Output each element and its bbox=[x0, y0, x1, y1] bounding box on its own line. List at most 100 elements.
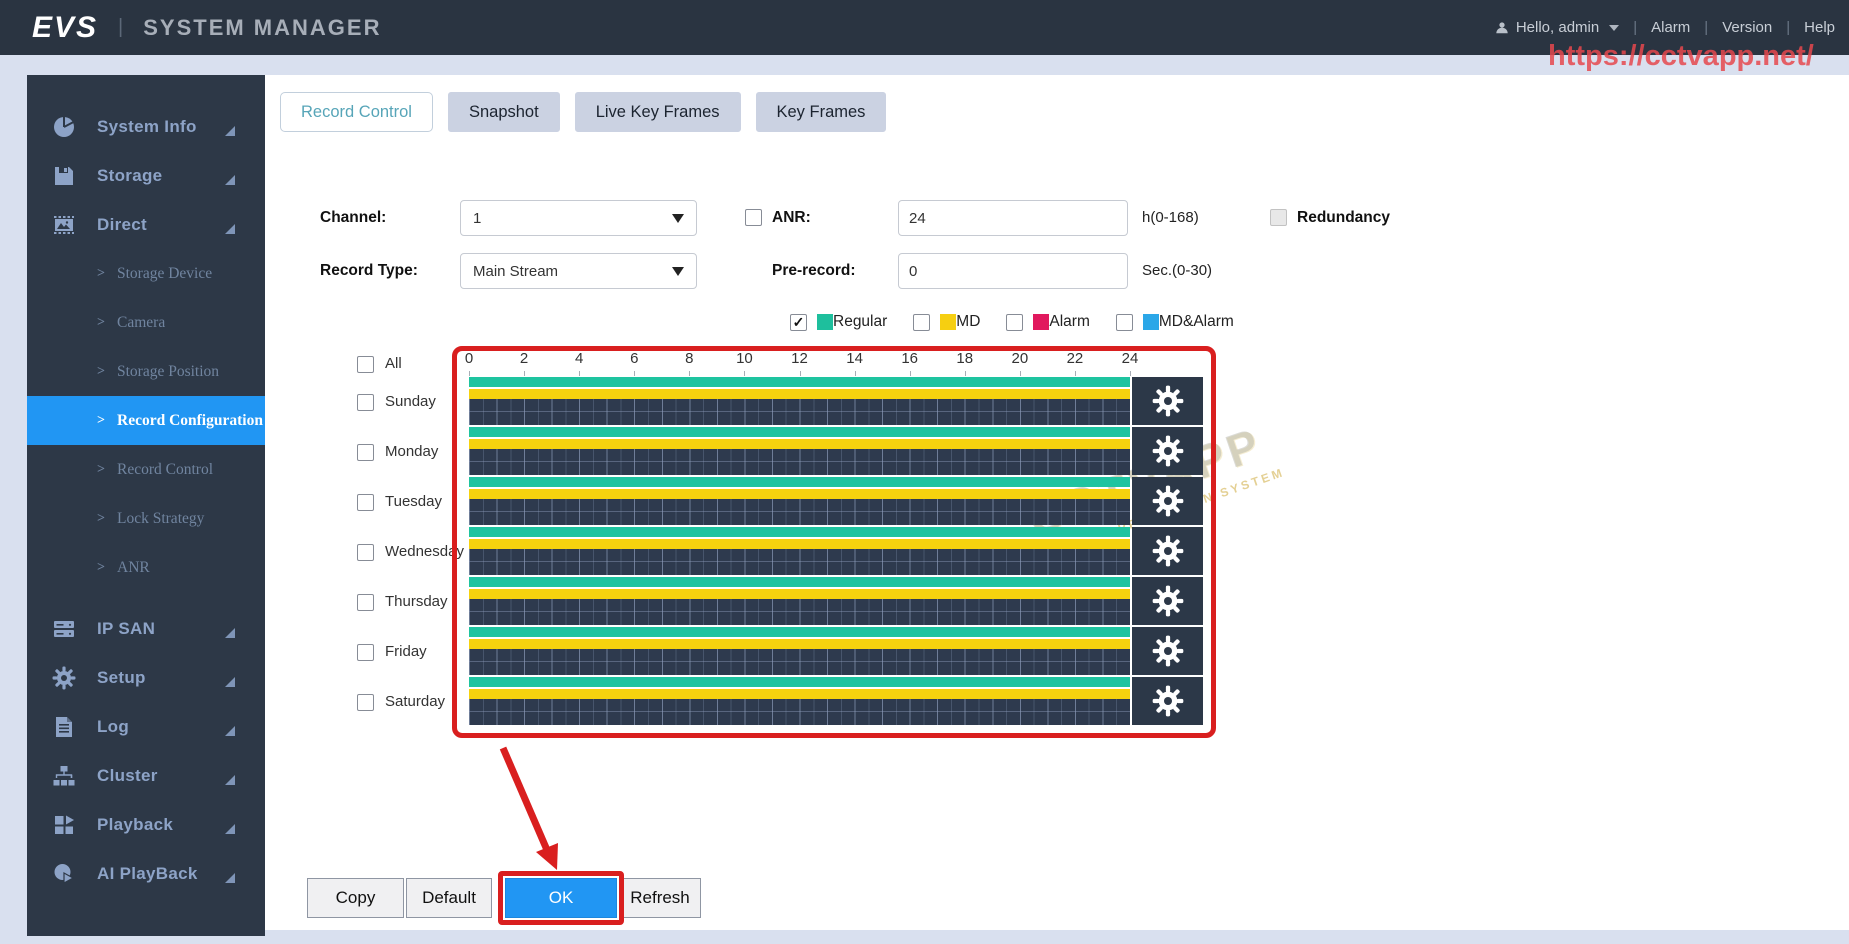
record-bar-regular bbox=[469, 377, 1130, 387]
sidebar-item-system-info[interactable]: System Info bbox=[27, 102, 265, 151]
record-bar-md bbox=[469, 689, 1130, 699]
record-type-legend: RegularMDAlarmMD&Alarm bbox=[790, 313, 1260, 331]
sidebar-subitem-record-configuration[interactable]: Record Configuration bbox=[27, 396, 265, 445]
anr-input[interactable] bbox=[898, 200, 1128, 236]
sidebar-subitem-record-control[interactable]: Record Control bbox=[27, 445, 265, 494]
schedule-timeline-grid[interactable] bbox=[469, 549, 1130, 575]
refresh-button[interactable]: Refresh bbox=[619, 878, 701, 918]
dropdown-arrow-icon bbox=[672, 214, 684, 223]
redundancy-checkbox[interactable] bbox=[1270, 209, 1287, 226]
default-button[interactable]: Default bbox=[406, 878, 492, 918]
sidebar-subitem-anr[interactable]: ANR bbox=[27, 543, 265, 592]
app-title: SYSTEM MANAGER bbox=[143, 15, 381, 41]
schedule-timeline-grid[interactable] bbox=[469, 399, 1130, 425]
schedule-timeline-grid[interactable] bbox=[469, 699, 1130, 725]
day-settings-gear-button-thursday[interactable] bbox=[1132, 577, 1203, 625]
corner-triangle-icon bbox=[225, 824, 235, 834]
ai-playback-icon bbox=[52, 862, 76, 886]
schedule-timeline-grid[interactable] bbox=[469, 499, 1130, 525]
day-checkbox-monday[interactable] bbox=[357, 444, 374, 461]
day-checkbox-wednesday[interactable] bbox=[357, 544, 374, 561]
header-links: |Alarm|Version|Help bbox=[1633, 19, 1835, 36]
tab-snapshot[interactable]: Snapshot bbox=[448, 92, 560, 132]
legend-label: MD bbox=[956, 313, 980, 331]
sidebar-item-storage[interactable]: Storage bbox=[27, 151, 265, 200]
day-settings-gear-button-monday[interactable] bbox=[1132, 427, 1203, 475]
corner-triangle-icon bbox=[225, 677, 235, 687]
corner-triangle-icon bbox=[225, 726, 235, 736]
schedule-row-wednesday[interactable] bbox=[469, 527, 1130, 577]
sidebar-subitem-storage-device[interactable]: Storage Device bbox=[27, 249, 265, 298]
gear-icon bbox=[1152, 485, 1184, 517]
dropdown-arrow-icon bbox=[672, 267, 684, 276]
time-axis-label: 10 bbox=[736, 350, 753, 367]
sidebar-subitem-label: Record Configuration bbox=[117, 412, 263, 430]
schedule-row-tuesday[interactable] bbox=[469, 477, 1130, 527]
schedule-row-sunday[interactable] bbox=[469, 377, 1130, 427]
day-settings-gear-button-friday[interactable] bbox=[1132, 627, 1203, 675]
legend-checkbox-md[interactable] bbox=[913, 314, 930, 331]
sidebar-item-ai-playback[interactable]: AI PlayBack bbox=[27, 849, 265, 898]
day-checkbox-sunday[interactable] bbox=[357, 394, 374, 411]
sidebar-subitem-storage-position[interactable]: Storage Position bbox=[27, 347, 265, 396]
day-checkbox-tuesday[interactable] bbox=[357, 494, 374, 511]
sidebar-item-playback[interactable]: Playback bbox=[27, 800, 265, 849]
sidebar-item-label: Cluster bbox=[97, 766, 158, 786]
ok-button[interactable]: OK bbox=[505, 878, 617, 918]
record-type-select-value: Main Stream bbox=[473, 263, 558, 280]
day-settings-gear-button-sunday[interactable] bbox=[1132, 377, 1203, 425]
record-bar-md bbox=[469, 439, 1130, 449]
day-settings-gear-button-tuesday[interactable] bbox=[1132, 477, 1203, 525]
corner-triangle-icon bbox=[225, 628, 235, 638]
day-settings-gear-button-saturday[interactable] bbox=[1132, 677, 1203, 725]
anr-checkbox[interactable] bbox=[745, 209, 762, 226]
schedule-row-monday[interactable] bbox=[469, 427, 1130, 477]
tab-live-key-frames[interactable]: Live Key Frames bbox=[575, 92, 741, 132]
user-menu[interactable]: Hello, admin bbox=[1495, 19, 1619, 36]
sidebar-item-ip-san[interactable]: IP SAN bbox=[27, 604, 265, 653]
header-divider: | bbox=[1633, 19, 1637, 36]
sidebar-subitem-camera[interactable]: Camera bbox=[27, 298, 265, 347]
day-label-sunday: Sunday bbox=[385, 393, 436, 411]
pre-record-input[interactable] bbox=[898, 253, 1128, 289]
schedule-row-thursday[interactable] bbox=[469, 577, 1130, 627]
legend-checkbox-regular[interactable] bbox=[790, 314, 807, 331]
corner-triangle-icon bbox=[225, 175, 235, 185]
schedule-timeline-grid[interactable] bbox=[469, 449, 1130, 475]
record-bar-md bbox=[469, 639, 1130, 649]
day-settings-gear-button-wednesday[interactable] bbox=[1132, 527, 1203, 575]
header-link-help[interactable]: Help bbox=[1804, 19, 1835, 36]
time-axis-tick bbox=[469, 371, 470, 376]
legend-color-swatch bbox=[940, 314, 956, 330]
schedule-timeline-grid[interactable] bbox=[469, 649, 1130, 675]
record-type-select[interactable]: Main Stream bbox=[460, 253, 697, 289]
tab-record-control[interactable]: Record Control bbox=[280, 92, 433, 132]
tab-key-frames[interactable]: Key Frames bbox=[756, 92, 887, 132]
select-all-days-checkbox[interactable] bbox=[357, 356, 374, 373]
schedule-row-friday[interactable] bbox=[469, 627, 1130, 677]
sidebar-subitem-lock-strategy[interactable]: Lock Strategy bbox=[27, 494, 265, 543]
legend-label: Regular bbox=[833, 313, 887, 331]
user-greeting: Hello, admin bbox=[1516, 19, 1599, 36]
corner-triangle-icon bbox=[225, 224, 235, 234]
legend-checkbox-mdandalarm[interactable] bbox=[1116, 314, 1133, 331]
day-checkbox-thursday[interactable] bbox=[357, 594, 374, 611]
copy-button[interactable]: Copy bbox=[307, 878, 404, 918]
pre-record-unit: Sec.(0-30) bbox=[1142, 253, 1212, 289]
schedule-timeline-grid[interactable] bbox=[469, 599, 1130, 625]
sidebar-item-setup[interactable]: Setup bbox=[27, 653, 265, 702]
sidebar-item-log[interactable]: Log bbox=[27, 702, 265, 751]
legend-label: MD&Alarm bbox=[1159, 313, 1234, 331]
day-checkbox-friday[interactable] bbox=[357, 644, 374, 661]
header-link-version[interactable]: Version bbox=[1722, 19, 1772, 36]
day-checkbox-saturday[interactable] bbox=[357, 694, 374, 711]
header-link-alarm[interactable]: Alarm bbox=[1651, 19, 1690, 36]
time-axis-label: 12 bbox=[791, 350, 808, 367]
schedule-row-saturday[interactable] bbox=[469, 677, 1130, 727]
time-axis-label: 8 bbox=[685, 350, 693, 367]
legend-checkbox-alarm[interactable] bbox=[1006, 314, 1023, 331]
sidebar-item-cluster[interactable]: Cluster bbox=[27, 751, 265, 800]
sidebar-item-direct[interactable]: Direct bbox=[27, 200, 265, 249]
time-axis-tick bbox=[1075, 371, 1076, 376]
channel-select[interactable]: 1 bbox=[460, 200, 697, 236]
